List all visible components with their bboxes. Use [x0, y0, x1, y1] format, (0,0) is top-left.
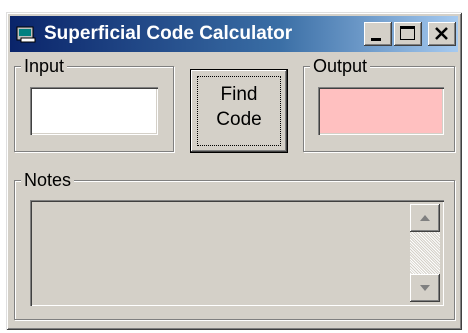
input-group: Input — [14, 56, 174, 152]
input-field[interactable] — [30, 87, 158, 135]
app-icon — [16, 26, 36, 43]
minimize-button[interactable] — [364, 22, 392, 46]
scroll-up-button[interactable] — [410, 204, 440, 232]
notes-group: Notes — [14, 170, 455, 320]
find-code-button-label: Find Code — [191, 82, 287, 132]
button-label-line1: Find — [220, 84, 258, 105]
app-window: Superficial Code Calculator Input Find C… — [6, 12, 462, 330]
output-field — [318, 87, 444, 135]
scroll-down-arrow-icon — [420, 285, 430, 291]
notes-scrollbar[interactable] — [410, 204, 440, 302]
title-bar[interactable]: Superficial Code Calculator — [10, 16, 458, 52]
window-title: Superficial Code Calculator — [44, 23, 293, 44]
close-button[interactable] — [428, 22, 456, 46]
output-label: Output — [310, 56, 371, 76]
scroll-up-arrow-icon — [420, 215, 430, 221]
maximize-icon — [400, 26, 415, 40]
notes-textarea[interactable] — [30, 200, 444, 306]
scroll-down-button[interactable] — [410, 274, 440, 302]
maximize-button[interactable] — [394, 22, 422, 46]
close-icon — [435, 27, 448, 40]
find-code-button[interactable]: Find Code — [191, 70, 287, 152]
notes-label: Notes — [21, 170, 75, 190]
button-label-line2: Code — [216, 109, 262, 130]
minimize-icon — [371, 38, 381, 41]
output-group: Output — [303, 56, 455, 152]
input-label: Input — [21, 56, 68, 76]
